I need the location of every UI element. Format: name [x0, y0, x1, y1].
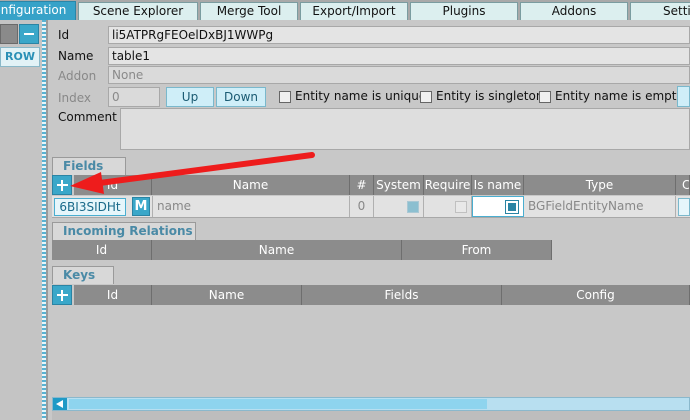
- tab-label: Addons: [551, 4, 597, 18]
- tab-label: Configuration: [0, 3, 67, 17]
- field-index-cell: 0: [350, 196, 374, 217]
- keys-table-header: Id Name Fields Config: [52, 285, 690, 305]
- left-gray-button[interactable]: [0, 24, 18, 44]
- tab-merge-tool[interactable]: Merge Tool: [200, 2, 298, 20]
- fields-col-index: #: [350, 175, 374, 195]
- tab-configuration[interactable]: Configuration: [0, 1, 76, 20]
- system-checkbox: [407, 201, 419, 213]
- comment-label: Comment: [58, 110, 117, 124]
- entity-singleton-checkbox[interactable]: [420, 91, 432, 103]
- tab-label: Plugins: [442, 4, 486, 18]
- keys-col-fields: Fields: [302, 285, 502, 305]
- tab-plugins[interactable]: Plugins: [410, 2, 518, 20]
- entity-name-unique-label: Entity name is unique: [295, 89, 427, 103]
- tab-label: Export/Import: [312, 4, 396, 18]
- id-label: Id: [58, 28, 70, 42]
- keys-col-config: Config: [502, 285, 690, 305]
- field-config-button[interactable]: [678, 198, 690, 216]
- incoming-relations-table-header: Id Name From: [52, 240, 552, 260]
- incoming-col-from: From: [402, 240, 552, 260]
- id-field[interactable]: li5ATPRgFEOelDxBJ1WWPg: [108, 26, 690, 44]
- tab-label: Scene Explorer: [92, 4, 184, 18]
- field-require-cell: [424, 196, 472, 217]
- move-down-button[interactable]: Down: [216, 87, 266, 107]
- fields-col-id: Id: [74, 175, 152, 195]
- addon-field: None: [108, 66, 690, 84]
- bottom-strip: [52, 411, 690, 420]
- fields-table-header: Id Name # System Require Is name Type C: [52, 175, 690, 195]
- tab-export-import[interactable]: Export/Import: [300, 2, 408, 20]
- scroll-left-arrow-icon[interactable]: [53, 398, 67, 410]
- row-button[interactable]: ROW: [0, 47, 40, 67]
- extra-button[interactable]: [677, 86, 690, 107]
- tab-label: Setti: [663, 4, 690, 18]
- name-field[interactable]: table1: [108, 47, 690, 65]
- add-field-button[interactable]: [52, 175, 72, 195]
- left-panel: ROW: [0, 20, 42, 420]
- field-is-name-cell[interactable]: [472, 196, 524, 217]
- incoming-relations-section-label: Incoming Relations: [52, 222, 196, 240]
- fields-col-type: Type: [524, 175, 676, 195]
- scrollbar-thumb[interactable]: [69, 399, 487, 409]
- index-field: 0: [108, 87, 160, 107]
- tab-settings[interactable]: Setti: [630, 2, 690, 20]
- add-key-button[interactable]: [52, 285, 72, 305]
- horizontal-scrollbar[interactable]: [52, 397, 690, 411]
- name-label: Name: [58, 49, 94, 63]
- require-checkbox: [455, 201, 467, 213]
- table-row[interactable]: 6BI3SIDHt M name 0 BGFieldEntityName: [52, 196, 690, 218]
- index-label: Index: [58, 91, 92, 105]
- tab-addons[interactable]: Addons: [520, 2, 628, 20]
- remove-row-button[interactable]: [19, 24, 39, 44]
- is-name-checkbox[interactable]: [505, 200, 519, 214]
- tab-label: Merge Tool: [216, 4, 282, 18]
- fields-col-system: System: [374, 175, 424, 195]
- fields-col-is-name: Is name: [472, 175, 524, 195]
- fields-section-label: Fields: [52, 157, 126, 175]
- keys-col-name: Name: [152, 285, 302, 305]
- incoming-col-id: Id: [52, 240, 152, 260]
- fields-col-name: Name: [152, 175, 350, 195]
- entity-name-unique-checkbox[interactable]: [279, 91, 291, 103]
- addon-label: Addon: [58, 69, 97, 83]
- entity-singleton-label: Entity is singleton: [436, 89, 544, 103]
- move-up-button[interactable]: Up: [166, 87, 214, 107]
- keys-col-id: Id: [74, 285, 152, 305]
- fields-col-config: C: [676, 175, 690, 195]
- entity-editor-panel: Id li5ATPRgFEOelDxBJ1WWPg Name table1 Ad…: [48, 20, 690, 420]
- comment-textarea[interactable]: [120, 108, 690, 150]
- main-tab-bar: Configuration Scene Explorer Merge Tool …: [0, 0, 690, 20]
- tab-scene-explorer[interactable]: Scene Explorer: [78, 2, 198, 20]
- field-type-cell: BGFieldEntityName: [524, 196, 676, 217]
- entity-name-empty-label: Entity name is empty: [555, 89, 684, 103]
- fields-col-require: Require: [424, 175, 472, 195]
- field-name-cell[interactable]: name: [152, 196, 350, 217]
- field-id-button[interactable]: 6BI3SIDHt: [54, 198, 126, 216]
- entity-name-empty-checkbox[interactable]: [539, 91, 551, 103]
- m-badge-button[interactable]: M: [132, 197, 150, 216]
- row-button-label: ROW: [5, 50, 35, 63]
- incoming-col-name: Name: [152, 240, 402, 260]
- field-system-cell: [374, 196, 424, 217]
- keys-section-label: Keys: [52, 266, 114, 284]
